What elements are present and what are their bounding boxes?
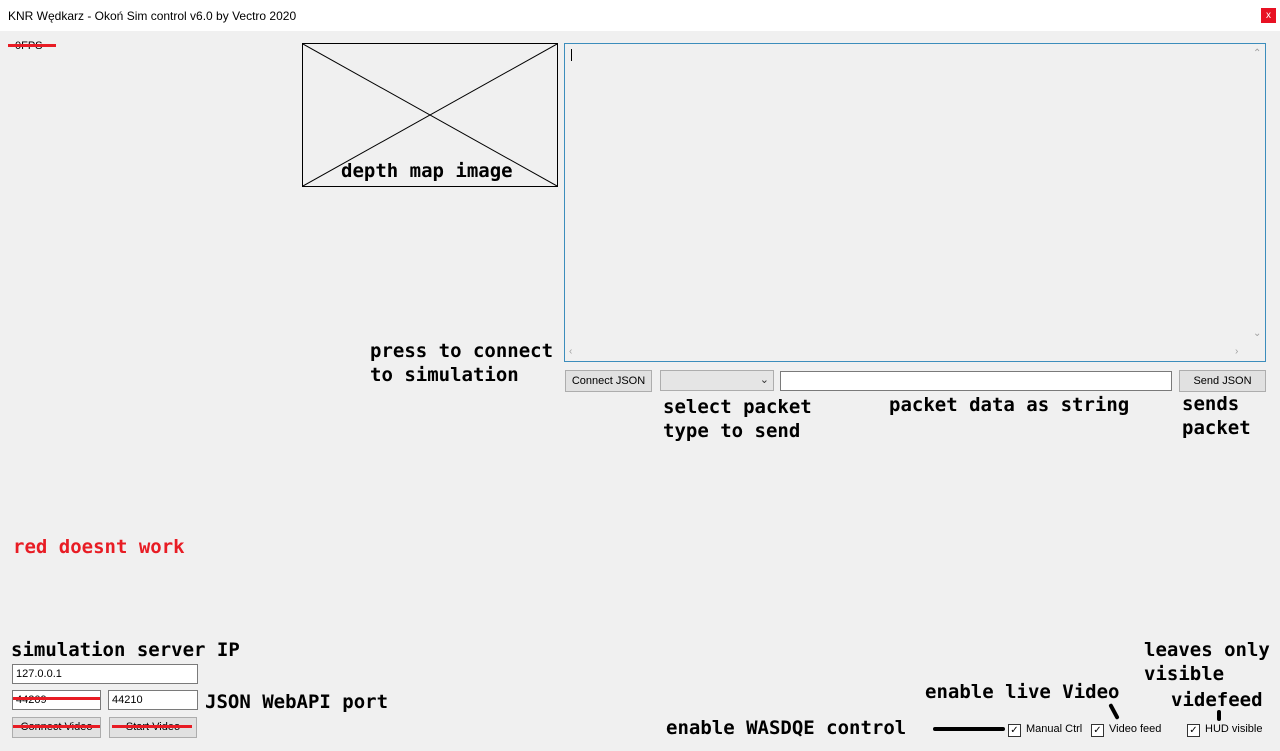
scroll-right-icon[interactable]: › <box>1235 346 1238 357</box>
note-red-doesnt-work: red doesnt work <box>13 536 185 558</box>
pointer-stroke-video <box>1108 703 1120 720</box>
note-server-ip: simulation server IP <box>11 639 240 661</box>
hud-visible-label: HUD visible <box>1205 723 1263 735</box>
video-feed-label: Video feed <box>1109 723 1162 735</box>
note-packet-data: packet data as string <box>889 394 1130 416</box>
chevron-down-icon: ⌄ <box>759 374 769 386</box>
pointer-stroke-manual <box>933 727 1005 731</box>
packet-type-select[interactable]: ⌄ <box>660 370 774 391</box>
note-enable-live-video: enable live Video <box>925 681 1120 703</box>
vertical-scrollbar[interactable]: ⌃ ⌄ <box>1249 44 1265 344</box>
close-button[interactable]: x <box>1261 8 1276 23</box>
note-leaves-1: leaves only <box>1144 639 1270 661</box>
manual-ctrl-label: Manual Ctrl <box>1026 723 1083 735</box>
strike-video-port <box>13 697 100 700</box>
send-json-button[interactable]: Send JSON <box>1179 370 1266 392</box>
server-ip-input[interactable]: 127.0.0.1 <box>12 664 198 684</box>
pointer-stroke-hud <box>1217 710 1221 721</box>
strike-connect-video <box>13 725 100 728</box>
note-select-packet-2: type to send <box>663 420 801 442</box>
connect-json-button[interactable]: Connect JSON <box>565 370 652 392</box>
horizontal-scrollbar[interactable]: ‹ › <box>565 345 1250 361</box>
video-feed-checkbox[interactable]: ✓ <box>1091 724 1104 737</box>
title-bar: KNR Wędkarz - Okoń Sim control v6.0 by V… <box>0 0 1280 31</box>
window-title: KNR Wędkarz - Okoń Sim control v6.0 by V… <box>8 9 297 23</box>
depth-map-caption: depth map image <box>341 160 513 182</box>
note-press-connect-2: to simulation <box>370 364 519 386</box>
scroll-up-icon[interactable]: ⌃ <box>1253 48 1261 59</box>
packet-data-input[interactable] <box>780 371 1172 391</box>
strike-fps <box>8 44 56 47</box>
note-select-packet-1: select packet <box>663 396 812 418</box>
hud-visible-checkbox[interactable]: ✓ <box>1187 724 1200 737</box>
text-caret <box>571 49 572 61</box>
note-sends-1: sends <box>1182 393 1240 415</box>
scroll-down-icon[interactable]: ⌄ <box>1253 328 1261 339</box>
note-json-port: JSON WebAPI port <box>205 691 389 713</box>
strike-start-video <box>112 725 192 728</box>
json-port-input[interactable]: 44210 <box>108 690 198 710</box>
scroll-left-icon[interactable]: ‹ <box>569 346 572 357</box>
note-press-connect-1: press to connect <box>370 340 554 362</box>
note-leaves-2: visible <box>1144 663 1225 685</box>
note-wasdqe: enable WASDQE control <box>666 717 907 739</box>
video-port-input[interactable]: 44209 <box>12 690 101 710</box>
note-sends-2: packet <box>1182 417 1251 439</box>
manual-ctrl-checkbox[interactable]: ✓ <box>1008 724 1021 737</box>
json-output-textbox[interactable]: ⌃ ⌄ ‹ › <box>564 43 1266 362</box>
note-leaves-3: videfeed <box>1171 689 1263 711</box>
